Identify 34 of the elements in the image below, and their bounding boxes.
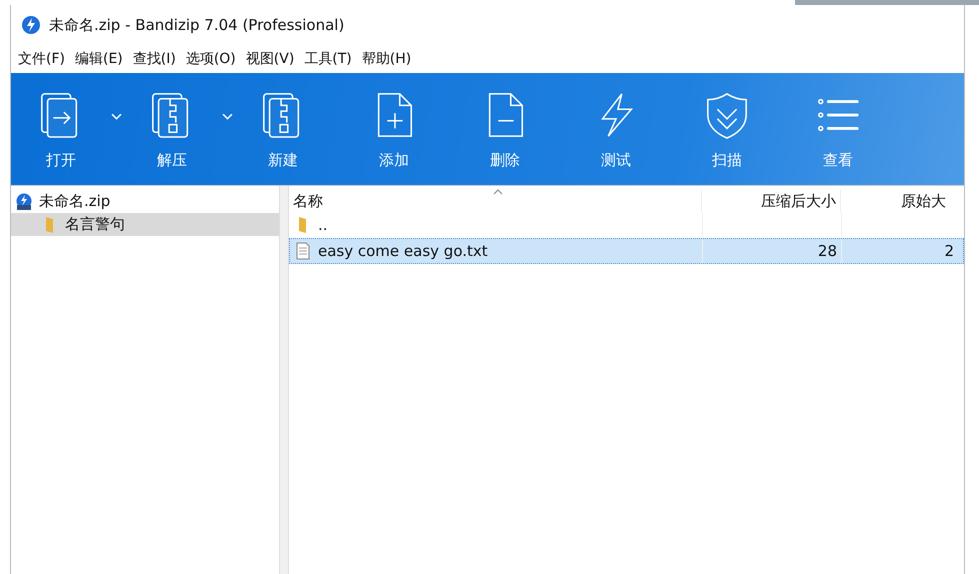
compressed-size: 28 bbox=[818, 242, 837, 260]
text-file-icon bbox=[294, 242, 312, 260]
toolbar-button[interactable]: 添加 bbox=[358, 88, 430, 170]
toolbar-button[interactable]: 新建 bbox=[247, 88, 319, 170]
column-header[interactable]: 原始大 bbox=[840, 190, 964, 212]
archive-icon bbox=[15, 192, 33, 210]
column-header[interactable]: 名称 bbox=[289, 190, 701, 212]
toolbar-button[interactable]: 扫描 bbox=[691, 88, 763, 170]
menu-item[interactable]: 工具(T) bbox=[302, 48, 354, 70]
menu-item[interactable]: 编辑(E) bbox=[72, 48, 125, 70]
column-header[interactable]: 压缩后大小 bbox=[701, 190, 840, 212]
menu-item[interactable]: 帮助(H) bbox=[360, 48, 414, 70]
dropdown-caret-icon[interactable] bbox=[111, 112, 122, 120]
toolbar-button[interactable]: 解压 bbox=[136, 88, 208, 170]
toolbar-button[interactable]: 删除 bbox=[469, 88, 541, 170]
toolbar-button[interactable]: 打开 bbox=[25, 88, 97, 170]
tree-item[interactable]: 未命名.zip bbox=[11, 190, 279, 213]
menu-item[interactable]: 查找(I) bbox=[130, 48, 178, 70]
sort-icon bbox=[493, 189, 503, 195]
original-size: 2 bbox=[944, 242, 954, 260]
window-title: 未命名.zip - Bandizip 7.04 (Professional) bbox=[49, 16, 344, 34]
menu-item[interactable]: 视图(V) bbox=[244, 48, 296, 70]
tree-label: 未命名.zip bbox=[39, 192, 110, 211]
tree-item[interactable]: 名言警句 bbox=[11, 213, 279, 236]
tree-label: 名言警句 bbox=[65, 215, 125, 234]
menu-item[interactable]: 选项(O) bbox=[184, 48, 238, 70]
toolbar-button[interactable]: 测试 bbox=[580, 88, 652, 170]
file-name: easy come easy go.txt bbox=[318, 242, 488, 260]
file-row[interactable]: .. bbox=[289, 212, 964, 238]
file-name: .. bbox=[318, 216, 328, 234]
file-row[interactable]: easy come easy go.txt 28 2 bbox=[289, 238, 964, 264]
dropdown-caret-icon[interactable] bbox=[222, 112, 233, 120]
menu-item[interactable]: 文件(F) bbox=[16, 48, 67, 70]
app-logo-icon bbox=[21, 15, 41, 35]
